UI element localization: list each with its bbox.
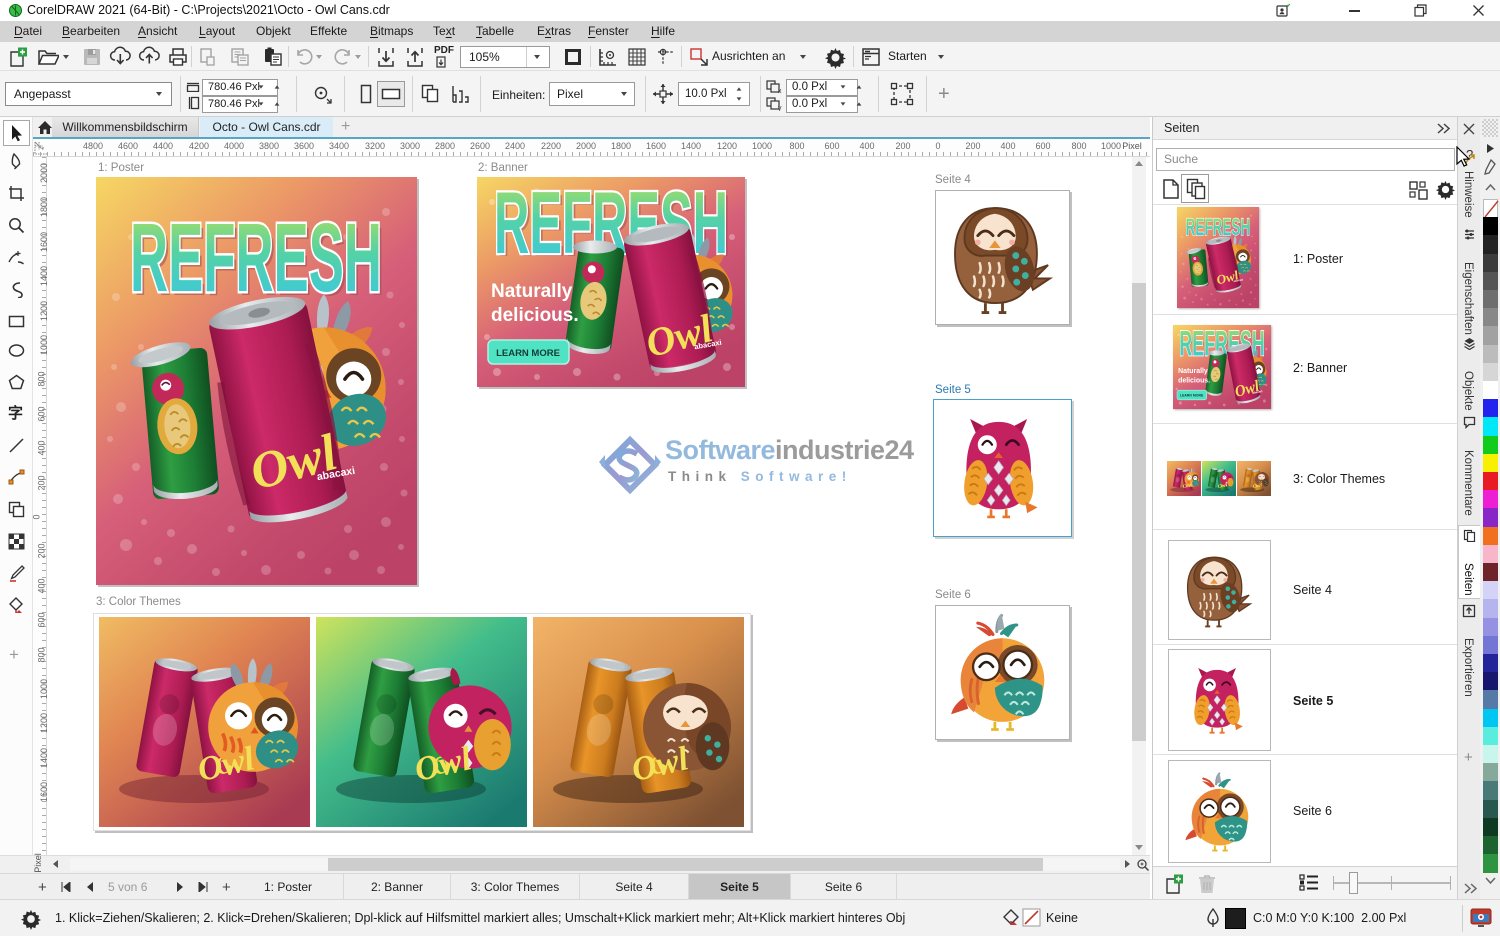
svg-text:y: y	[778, 105, 782, 111]
svg-text:x: x	[778, 88, 782, 94]
